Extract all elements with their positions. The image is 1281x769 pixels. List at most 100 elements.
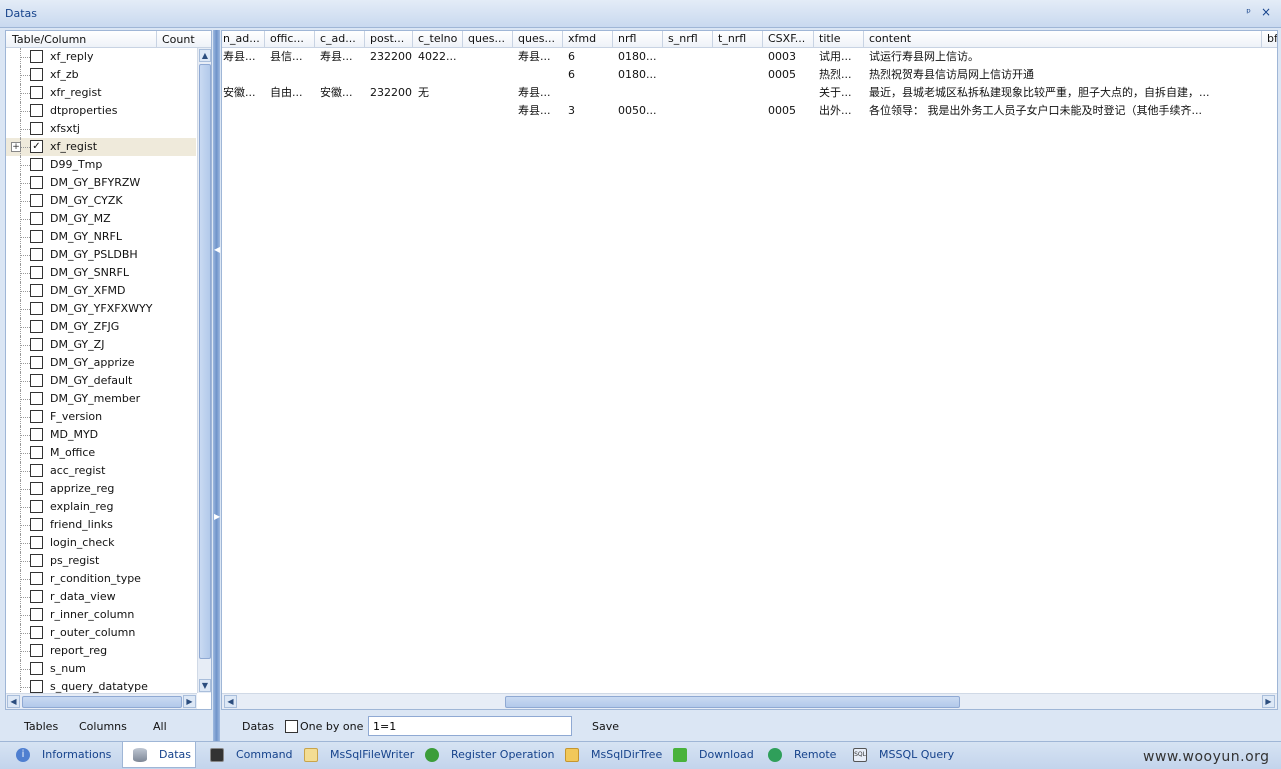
tree-item-label[interactable]: apprize_reg bbox=[50, 482, 114, 495]
table-cell[interactable]: 关于... bbox=[814, 84, 864, 102]
tree-item-label[interactable]: s_query_datatype bbox=[50, 680, 148, 693]
tab-mssql-query[interactable]: SQL MSSQL Query bbox=[843, 742, 954, 768]
table-cell[interactable] bbox=[413, 102, 463, 120]
table-cell[interactable] bbox=[1262, 66, 1277, 84]
table-cell[interactable]: 热烈... bbox=[814, 66, 864, 84]
tree-item-checkbox[interactable] bbox=[30, 464, 43, 477]
tree-item-checkbox[interactable] bbox=[30, 500, 43, 513]
scroll-thumb[interactable] bbox=[199, 64, 211, 659]
table-cell[interactable]: 寿县... bbox=[513, 84, 563, 102]
tree-item-label[interactable]: xf_reply bbox=[50, 50, 93, 63]
tree-item-checkbox[interactable] bbox=[30, 356, 43, 369]
tree-item-checkbox[interactable] bbox=[30, 518, 43, 531]
tree-item-label[interactable]: xfsxtj bbox=[50, 122, 80, 135]
tree-item-checkbox[interactable] bbox=[30, 248, 43, 261]
table-cell[interactable] bbox=[613, 84, 663, 102]
tree-item[interactable]: DM_GY_NRFL bbox=[6, 228, 196, 246]
table-cell[interactable]: 县信... bbox=[265, 48, 315, 66]
tree-item-checkbox[interactable] bbox=[30, 194, 43, 207]
tree-item-label[interactable]: report_reg bbox=[50, 644, 107, 657]
grid-column-header[interactable]: ques... bbox=[513, 31, 563, 47]
table-cell[interactable] bbox=[563, 84, 613, 102]
collapse-left-icon[interactable]: ◀ bbox=[214, 245, 220, 254]
table-cell[interactable] bbox=[713, 48, 763, 66]
table-cell[interactable]: 6 bbox=[563, 48, 613, 66]
table-cell[interactable] bbox=[663, 84, 713, 102]
tree-item[interactable]: xfsxtj bbox=[6, 120, 196, 138]
table-cell[interactable]: 寿县... bbox=[222, 48, 265, 66]
table-cell[interactable]: 安徽... bbox=[315, 84, 365, 102]
table-cell[interactable] bbox=[763, 84, 814, 102]
grid-column-header[interactable]: n_ad... bbox=[222, 31, 265, 47]
table-cell[interactable]: 0050... bbox=[613, 102, 663, 120]
tree-item[interactable]: DM_GY_PSLDBH bbox=[6, 246, 196, 264]
tree-item-checkbox[interactable] bbox=[30, 590, 43, 603]
table-cell[interactable] bbox=[1262, 48, 1277, 66]
tree-item-label[interactable]: explain_reg bbox=[50, 500, 113, 513]
tree-item-label[interactable]: D99_Tmp bbox=[50, 158, 102, 171]
tree-item-label[interactable]: F_version bbox=[50, 410, 102, 423]
table-row[interactable]: 寿县... 3 0050... 0005 出外... 各位领导： 我是出外务工人员子女户口… bbox=[222, 102, 1277, 120]
table-row[interactable]: 安徽... 自由... 安徽... 232200 无寿县... 关于... 最近，县城老城区… bbox=[222, 84, 1277, 102]
scroll-left-icon[interactable]: ◀ bbox=[7, 695, 20, 708]
tree-item-label[interactable]: r_outer_column bbox=[50, 626, 135, 639]
tree-header-name[interactable]: Table/Column bbox=[12, 33, 86, 46]
grid-column-header[interactable]: c_telno bbox=[413, 31, 463, 47]
table-cell[interactable]: 各位领导： 我是出外务工人员子女户口未能及时登记（其他手续齐... bbox=[864, 102, 1262, 120]
grid-column-header[interactable]: c_ad... bbox=[315, 31, 365, 47]
tree-item[interactable]: MD_MYD bbox=[6, 426, 196, 444]
table-cell[interactable]: 6 bbox=[563, 66, 613, 84]
tree-item-label[interactable]: DM_GY_YFXFXWYY bbox=[50, 302, 152, 315]
table-cell[interactable] bbox=[713, 84, 763, 102]
tree-item-checkbox[interactable] bbox=[30, 392, 43, 405]
table-cell[interactable]: 0180... bbox=[613, 66, 663, 84]
tree-item-checkbox[interactable] bbox=[30, 374, 43, 387]
tree-item[interactable]: DM_GY_member bbox=[6, 390, 196, 408]
tree-item-label[interactable]: DM_GY_PSLDBH bbox=[50, 248, 138, 261]
grid-column-header[interactable]: nrfl bbox=[613, 31, 663, 47]
table-cell[interactable]: 热烈祝贺寿县信访局网上信访开通 bbox=[864, 66, 1262, 84]
table-cell[interactable] bbox=[413, 66, 463, 84]
table-cell[interactable] bbox=[463, 102, 513, 120]
tree-item-checkbox[interactable] bbox=[30, 410, 43, 423]
tree-item-label[interactable]: r_inner_column bbox=[50, 608, 134, 621]
tree-item-checkbox[interactable] bbox=[30, 320, 43, 333]
table-cell[interactable] bbox=[713, 66, 763, 84]
tab-command[interactable]: Command bbox=[200, 742, 293, 768]
tree-item[interactable]: D99_Tmp bbox=[6, 156, 196, 174]
one-by-one-checkbox[interactable] bbox=[285, 720, 298, 733]
tree-item-label[interactable]: DM_GY_apprize bbox=[50, 356, 134, 369]
tree-item-checkbox[interactable] bbox=[30, 122, 43, 135]
grid-column-header[interactable]: CSXF... bbox=[763, 31, 814, 47]
tree-item[interactable]: login_check bbox=[6, 534, 196, 552]
tree-item[interactable]: r_condition_type bbox=[6, 570, 196, 588]
grid-horizontal-scrollbar[interactable]: ◀ ▶ bbox=[222, 693, 1277, 709]
grid-column-header[interactable]: s_nrfl bbox=[663, 31, 713, 47]
table-row[interactable]: 6 0180... 0005 热烈... 热烈祝贺寿县信访局网上信访开通 bbox=[222, 66, 1277, 84]
tree-item-checkbox[interactable] bbox=[30, 86, 43, 99]
tree-item-label[interactable]: DM_GY_member bbox=[50, 392, 140, 405]
table-cell[interactable]: 安徽... bbox=[222, 84, 265, 102]
tables-button[interactable]: Tables bbox=[24, 720, 58, 733]
table-row[interactable]: 寿县... 县信... 寿县... 232200 4022... 寿县... 6 0180..… bbox=[222, 48, 1277, 66]
tree-item[interactable]: DM_GY_SNRFL bbox=[6, 264, 196, 282]
table-cell[interactable]: 试用... bbox=[814, 48, 864, 66]
tree-item-label[interactable]: MD_MYD bbox=[50, 428, 98, 441]
table-cell[interactable] bbox=[365, 102, 413, 120]
tree-item[interactable]: DM_GY_apprize bbox=[6, 354, 196, 372]
tree-item[interactable]: DM_GY_YFXFXWYY bbox=[6, 300, 196, 318]
table-cell[interactable]: 寿县... bbox=[513, 102, 563, 120]
columns-button[interactable]: Columns bbox=[79, 720, 127, 733]
tree-item[interactable]: s_num bbox=[6, 660, 196, 678]
table-cell[interactable] bbox=[222, 66, 265, 84]
tree-item-checkbox[interactable] bbox=[30, 302, 43, 315]
panel-splitter[interactable]: ◀ ▶ bbox=[213, 30, 220, 742]
tree-item-label[interactable]: ps_regist bbox=[50, 554, 99, 567]
tree-item[interactable]: r_data_view bbox=[6, 588, 196, 606]
tree-item-label[interactable]: xfr_regist bbox=[50, 86, 102, 99]
table-cell[interactable] bbox=[663, 66, 713, 84]
tree-item-label[interactable]: DM_GY_ZFJG bbox=[50, 320, 119, 333]
pin-icon[interactable]: ᵖ bbox=[1246, 6, 1251, 19]
tree-item[interactable]: friend_links bbox=[6, 516, 196, 534]
table-cell[interactable]: 232200 bbox=[365, 48, 413, 66]
